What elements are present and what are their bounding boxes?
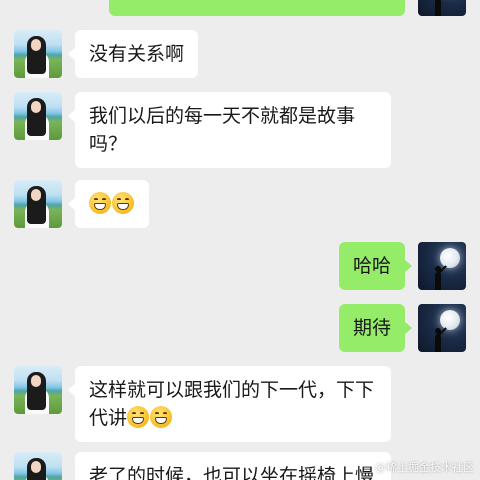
message-text: 期待 [352,317,391,339]
avatar[interactable] [14,92,62,140]
message-outgoing [109,0,466,16]
grinning-emoji-icon [112,192,134,214]
message-incoming: 这样就可以跟我们的下一代，下下代讲 [14,366,391,442]
grinning-emoji-icon [127,406,150,428]
avatar[interactable] [418,0,466,16]
message-text: 我们以后的每一天不就都是故事吗？ [89,105,356,155]
message-incoming: 没有关系啊 [14,30,199,78]
message-incoming: 老了的时候，也可以坐在摇椅上慢 [14,452,391,480]
avatar[interactable] [14,30,62,78]
moon-icon [440,248,460,268]
message-bubble[interactable] [109,0,405,16]
message-bubble[interactable]: 我们以后的每一天不就都是故事吗？ [68,92,391,168]
avatar[interactable] [14,452,62,480]
avatar[interactable] [14,180,62,228]
message-bubble[interactable]: 老了的时候，也可以坐在摇椅上慢 [75,452,391,480]
grinning-emoji-icon [89,192,111,214]
message-incoming: 我们以后的每一天不就都是故事吗？ [14,92,391,168]
moon-icon [440,310,460,330]
message-bubble[interactable]: 没有关系啊 [67,30,199,78]
avatar[interactable] [418,304,466,352]
chat-message-list[interactable]: 没有关系啊 我们以后的每一天不就都是故事吗？ 哈哈 期待 这样就可以跟我们的下一… [0,0,480,480]
avatar[interactable] [418,242,466,290]
message-text: 没有关系啊 [89,43,185,65]
message-bubble[interactable]: 哈哈 [338,242,413,290]
message-outgoing: 期待 [338,304,466,352]
message-incoming [14,180,149,228]
grinning-emoji-icon [150,406,173,428]
message-text: 老了的时候，也可以坐在摇椅上慢 [89,465,375,480]
avatar[interactable] [14,366,62,414]
message-text: 哈哈 [352,255,391,277]
message-bubble[interactable]: 这样就可以跟我们的下一代，下下代讲 [68,366,391,442]
watermark: @稀土掘金技术社区 [375,461,474,474]
message-bubble[interactable] [68,180,149,228]
message-bubble[interactable]: 期待 [338,304,413,352]
message-outgoing: 哈哈 [338,242,466,290]
